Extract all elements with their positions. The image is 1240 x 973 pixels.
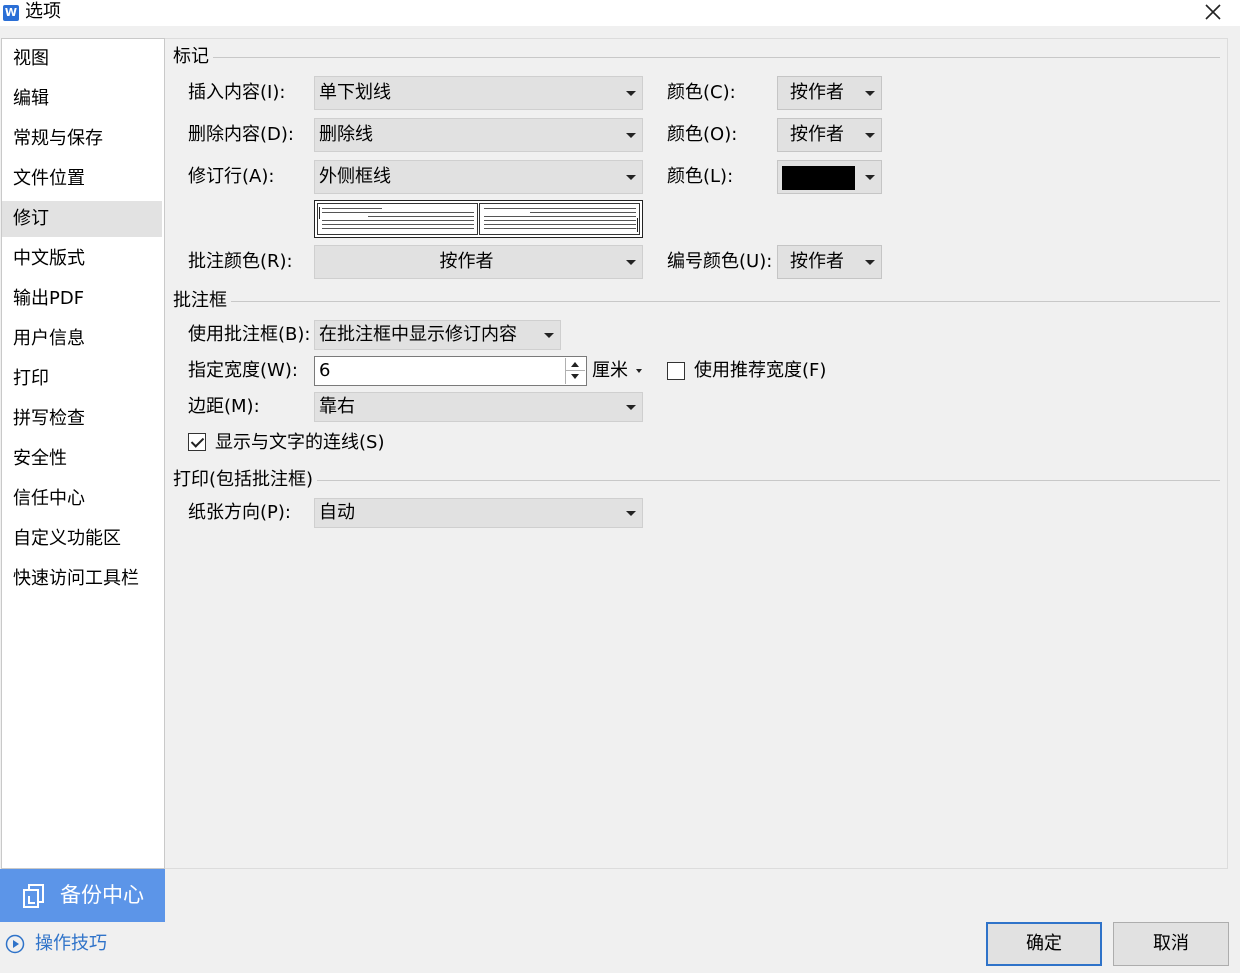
sidebar-item-security[interactable]: 安全性 bbox=[2, 441, 162, 477]
section-divider bbox=[176, 301, 1220, 302]
chevron-down-icon bbox=[626, 175, 636, 180]
delete-color-dropdown[interactable]: 按作者 bbox=[777, 118, 882, 152]
sidebar-item-general-save[interactable]: 常规与保存 bbox=[2, 121, 162, 157]
comment-color-value: 按作者 bbox=[439, 251, 494, 272]
insert-label: 插入内容(I): bbox=[188, 82, 286, 103]
backup-icon bbox=[23, 884, 45, 913]
margin-label: 边距(M): bbox=[188, 396, 260, 417]
use-balloons-label: 使用批注框(B): bbox=[188, 324, 311, 345]
backup-center-label: 备份中心 bbox=[60, 883, 144, 907]
section-title-markup: 标记 bbox=[173, 46, 213, 68]
sidebar-item-customize-ribbon[interactable]: 自定义功能区 bbox=[2, 521, 162, 557]
title-bar: W 选项 bbox=[0, 0, 1240, 26]
play-circle-icon bbox=[5, 934, 25, 959]
section-divider bbox=[176, 57, 1220, 58]
width-value: 6 bbox=[319, 360, 331, 381]
margin-dropdown[interactable]: 靠右 bbox=[314, 392, 643, 422]
color-swatch bbox=[782, 166, 855, 190]
insert-value: 单下划线 bbox=[319, 82, 391, 103]
chevron-down-icon bbox=[865, 91, 875, 96]
number-color-value: 按作者 bbox=[790, 251, 844, 272]
sidebar: 视图 编辑 常规与保存 文件位置 修订 中文版式 输出PDF 用户信息 打印 拼… bbox=[1, 38, 165, 869]
delete-dropdown[interactable]: 删除线 bbox=[314, 118, 643, 152]
section-title-balloons: 批注框 bbox=[173, 290, 231, 312]
preview-page-right bbox=[479, 203, 640, 235]
chevron-down-icon bbox=[865, 260, 875, 265]
sidebar-item-print[interactable]: 打印 bbox=[2, 361, 162, 397]
width-input[interactable]: 6 bbox=[314, 356, 587, 386]
revision-line-dropdown[interactable]: 外侧框线 bbox=[314, 160, 643, 194]
chevron-down-icon bbox=[626, 91, 636, 96]
backup-center-button[interactable]: 备份中心 bbox=[0, 869, 165, 922]
use-balloons-value: 在批注框中显示修订内容 bbox=[319, 324, 517, 345]
sidebar-item-spell-check[interactable]: 拼写检查 bbox=[2, 401, 162, 437]
revision-line-value: 外侧框线 bbox=[319, 166, 391, 187]
margin-value: 靠右 bbox=[319, 396, 355, 417]
sidebar-item-edit[interactable]: 编辑 bbox=[2, 81, 162, 117]
orientation-value: 自动 bbox=[319, 502, 355, 523]
sidebar-item-revisions[interactable]: 修订 bbox=[2, 201, 162, 237]
ok-button[interactable]: 确定 bbox=[986, 922, 1102, 966]
chevron-down-icon bbox=[626, 405, 636, 410]
sidebar-item-export-pdf[interactable]: 输出PDF bbox=[2, 281, 162, 317]
insert-dropdown[interactable]: 单下划线 bbox=[314, 76, 643, 110]
delete-label: 删除内容(D): bbox=[188, 124, 294, 145]
orientation-label: 纸张方向(P): bbox=[188, 502, 291, 523]
chevron-down-icon bbox=[626, 511, 636, 516]
revision-preview bbox=[314, 200, 643, 238]
spin-down-icon[interactable] bbox=[566, 371, 585, 384]
delete-value: 删除线 bbox=[319, 124, 373, 145]
use-balloons-dropdown[interactable]: 在批注框中显示修订内容 bbox=[314, 320, 561, 350]
insert-color-dropdown[interactable]: 按作者 bbox=[777, 76, 882, 110]
width-spinner[interactable] bbox=[565, 358, 585, 384]
number-color-dropdown[interactable]: 按作者 bbox=[777, 245, 882, 279]
orientation-dropdown[interactable]: 自动 bbox=[314, 498, 643, 528]
sidebar-item-view[interactable]: 视图 bbox=[2, 41, 162, 77]
sidebar-item-user-info[interactable]: 用户信息 bbox=[2, 321, 162, 357]
comment-color-dropdown[interactable]: 按作者 bbox=[314, 245, 643, 279]
revision-line-label: 修订行(A): bbox=[188, 166, 275, 187]
comment-color-label: 批注颜色(R): bbox=[188, 251, 293, 272]
sidebar-item-trust-center[interactable]: 信任中心 bbox=[2, 481, 162, 517]
section-title-printing: 打印(包括批注框) bbox=[173, 469, 318, 491]
show-lines-checkbox[interactable] bbox=[188, 433, 206, 451]
sidebar-item-chinese-layout[interactable]: 中文版式 bbox=[2, 241, 162, 277]
spin-up-icon[interactable] bbox=[566, 358, 585, 371]
width-unit-value: 厘米 bbox=[592, 360, 628, 381]
recommended-width-checkbox[interactable] bbox=[667, 362, 685, 380]
chevron-down-icon bbox=[544, 333, 554, 338]
preview-page-left bbox=[317, 203, 478, 235]
wps-writer-icon: W bbox=[3, 5, 19, 21]
chevron-down-icon bbox=[635, 369, 642, 373]
delete-color-value: 按作者 bbox=[790, 124, 844, 145]
delete-color-label: 颜色(O): bbox=[667, 124, 738, 145]
window-title: 选项 bbox=[25, 1, 61, 22]
chevron-down-icon bbox=[626, 133, 636, 138]
revision-line-color-label: 颜色(L): bbox=[667, 166, 734, 187]
sidebar-item-quick-access-toolbar[interactable]: 快速访问工具栏 bbox=[2, 561, 162, 597]
chevron-down-icon bbox=[865, 133, 875, 138]
recommended-width-label: 使用推荐宽度(F) bbox=[694, 360, 827, 381]
chevron-down-icon bbox=[626, 260, 636, 265]
close-icon[interactable] bbox=[1196, 0, 1230, 26]
insert-color-value: 按作者 bbox=[790, 82, 844, 103]
insert-color-label: 颜色(C): bbox=[667, 82, 736, 103]
width-unit-dropdown[interactable]: 厘米 bbox=[592, 359, 642, 383]
section-divider bbox=[176, 480, 1220, 481]
number-color-label: 编号颜色(U): bbox=[667, 251, 773, 272]
tips-label: 操作技巧 bbox=[35, 933, 107, 954]
revision-line-color-dropdown[interactable] bbox=[777, 160, 882, 194]
show-lines-label: 显示与文字的连线(S) bbox=[215, 432, 385, 453]
cancel-button[interactable]: 取消 bbox=[1113, 922, 1229, 966]
chevron-down-icon bbox=[865, 175, 875, 180]
sidebar-item-file-locations[interactable]: 文件位置 bbox=[2, 161, 162, 197]
width-label: 指定宽度(W): bbox=[188, 360, 298, 381]
